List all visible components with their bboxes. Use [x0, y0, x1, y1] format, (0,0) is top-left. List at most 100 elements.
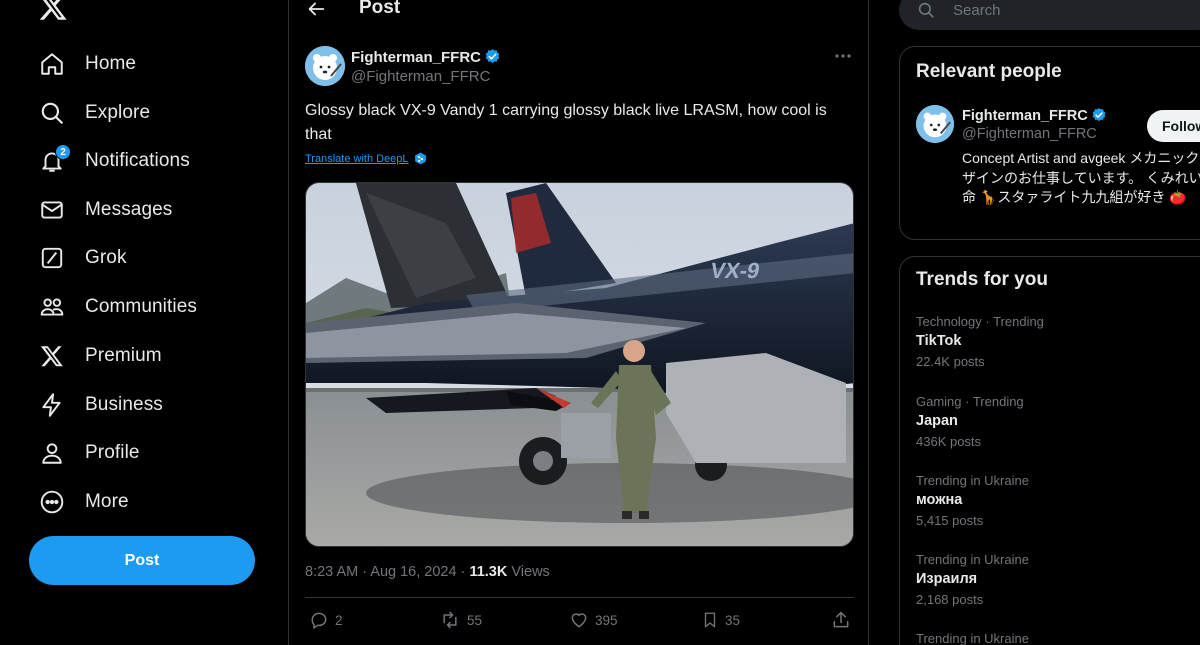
trend-name: Израиля: [916, 571, 978, 587]
notification-badge: 2: [55, 144, 71, 160]
like-count: 395: [595, 612, 618, 628]
nav-notifications[interactable]: 2 Notifications: [38, 141, 190, 181]
author-name[interactable]: Fighterman_FFRC: [351, 48, 501, 66]
trend-item[interactable]: Gaming · Trending Japan 436K posts: [916, 394, 1200, 449]
repost-icon: [443, 611, 457, 629]
lightning-icon: [38, 391, 66, 419]
nav-more-label: More: [85, 491, 129, 512]
relevant-people-title: Relevant people: [916, 61, 1062, 82]
trend-item[interactable]: Trending in Ukraine Израиля 2,168 posts: [916, 552, 1200, 607]
trend-posts: 5,415 posts: [916, 513, 984, 528]
x-logo-icon[interactable]: [38, 0, 68, 22]
nav-home-label: Home: [85, 53, 137, 74]
x-icon: [38, 342, 66, 370]
search-icon: [38, 99, 66, 127]
trend-posts: 2,168 posts: [916, 592, 984, 607]
follow-button[interactable]: Follow: [1147, 110, 1200, 142]
envelope-icon: [38, 196, 66, 224]
relevant-name[interactable]: Fighterman_FFRC: [962, 107, 1107, 124]
search-input[interactable]: [953, 1, 1173, 19]
trend-name: TikTok: [916, 333, 962, 349]
bookmark-icon: [704, 612, 716, 628]
share-button[interactable]: [831, 610, 851, 630]
nav-communities[interactable]: Communities: [38, 287, 197, 327]
verified-badge-icon: [485, 49, 500, 63]
tweet-author: Fighterman_FFRC @Fighterman_FFRC: [305, 46, 855, 86]
trend-name: можна: [916, 492, 963, 508]
nav-profile-label: Profile: [85, 442, 140, 463]
divider: [305, 597, 854, 598]
aircraft-photo: VX-9: [306, 183, 853, 546]
bell-icon: 2: [38, 144, 71, 175]
nav-messages-label: Messages: [85, 199, 173, 220]
trends-title: Trends for you: [916, 269, 1048, 290]
heart-icon: [571, 613, 587, 628]
nav-more[interactable]: More: [38, 482, 129, 522]
tweet-meta: 8:23 AM · Aug 16, 2024 · 11.3K Views: [305, 564, 550, 580]
nav-notifications-label: Notifications: [85, 150, 190, 171]
tweet-timestamp[interactable]: 8:23 AM · Aug 16, 2024 ·: [305, 564, 469, 580]
nav-grok-label: Grok: [85, 247, 127, 268]
author-handle[interactable]: @Fighterman_FFRC: [351, 68, 490, 85]
translate-label: Translate with DeepL: [305, 153, 409, 165]
reply-button[interactable]: 2: [309, 610, 343, 630]
nav-premium-label: Premium: [85, 345, 162, 366]
author-avatar[interactable]: [305, 46, 345, 86]
trend-category: Technology · Trending: [916, 314, 1044, 329]
trend-category: Trending in Ukraine: [916, 473, 1029, 488]
trend-category: Gaming · Trending: [916, 394, 1024, 409]
relevant-name-text: Fighterman_FFRC: [962, 108, 1088, 124]
verified-badge-icon: [1092, 108, 1106, 122]
nav-messages[interactable]: Messages: [38, 190, 172, 230]
trend-posts: 436K posts: [916, 434, 982, 449]
translate-link[interactable]: Translate with DeepL: [305, 152, 427, 166]
tweet-actions: 2 55 395 35: [305, 610, 854, 634]
post-header: Post: [289, 0, 869, 24]
trends-panel: Trends for you Technology · Trending Tik…: [899, 256, 1200, 645]
tweet-media-image[interactable]: VX-9: [305, 182, 854, 547]
nav-explore-label: Explore: [85, 102, 151, 123]
bookmark-count: 35: [725, 612, 741, 628]
nav-business-label: Business: [85, 394, 163, 415]
search-box[interactable]: [899, 0, 1200, 30]
main-column: Post Fighterman_FFRC @Fighterman_FFRC Gl…: [288, 0, 869, 645]
person-icon: [38, 439, 66, 467]
reply-count: 2: [335, 612, 343, 628]
nav-communities-label: Communities: [85, 296, 197, 317]
repost-count: 55: [467, 612, 483, 628]
trend-posts: 22.4K posts: [916, 354, 985, 369]
share-icon: [833, 611, 849, 628]
views-label: Views: [507, 564, 550, 580]
more-options-icon[interactable]: [831, 46, 855, 66]
grok-icon: [38, 244, 66, 272]
tweet-text: Glossy black VX-9 Vandy 1 carrying gloss…: [305, 102, 827, 143]
trend-item[interactable]: Trending in Ukraine: [916, 631, 1200, 645]
back-arrow-icon[interactable]: [305, 0, 327, 20]
nav-business[interactable]: Business: [38, 385, 163, 425]
people-icon: [38, 293, 66, 321]
trend-item[interactable]: Technology · Trending TikTok 22.4K posts: [916, 314, 1200, 369]
author-name-text: Fighterman_FFRC: [351, 49, 482, 66]
trend-category: Trending in Ukraine: [916, 552, 1029, 567]
left-sidebar: Home Explore 2 Notifications Messages Gr…: [0, 0, 288, 645]
like-button[interactable]: 395: [569, 610, 618, 630]
trend-item[interactable]: Trending in Ukraine можна 5,415 posts: [916, 473, 1200, 528]
nav-premium[interactable]: Premium: [38, 336, 162, 376]
page-title: Post: [359, 0, 401, 18]
nav-explore[interactable]: Explore: [38, 93, 150, 133]
post-button[interactable]: Post: [29, 536, 255, 585]
views-count: 11.3K: [469, 564, 508, 580]
relevant-people-panel: Relevant people Fighterman_FFRC @Fighter…: [899, 46, 1200, 240]
more-circle-icon: [38, 488, 66, 516]
bookmark-button[interactable]: 35: [701, 610, 740, 630]
nav-grok[interactable]: Grok: [38, 238, 127, 278]
relevant-handle[interactable]: @Fighterman_FFRC: [962, 126, 1097, 142]
trend-name: Japan: [916, 413, 958, 429]
trend-category: Trending in Ukraine: [916, 631, 1029, 645]
nav-home[interactable]: Home: [38, 44, 136, 84]
repost-button[interactable]: 55: [439, 610, 482, 630]
relevant-avatar[interactable]: [916, 105, 954, 143]
nav-profile[interactable]: Profile: [38, 433, 140, 473]
relevant-bio: Concept Artist and avgeek メカニックデザインのお仕事し…: [962, 150, 1200, 205]
home-icon: [38, 50, 66, 78]
